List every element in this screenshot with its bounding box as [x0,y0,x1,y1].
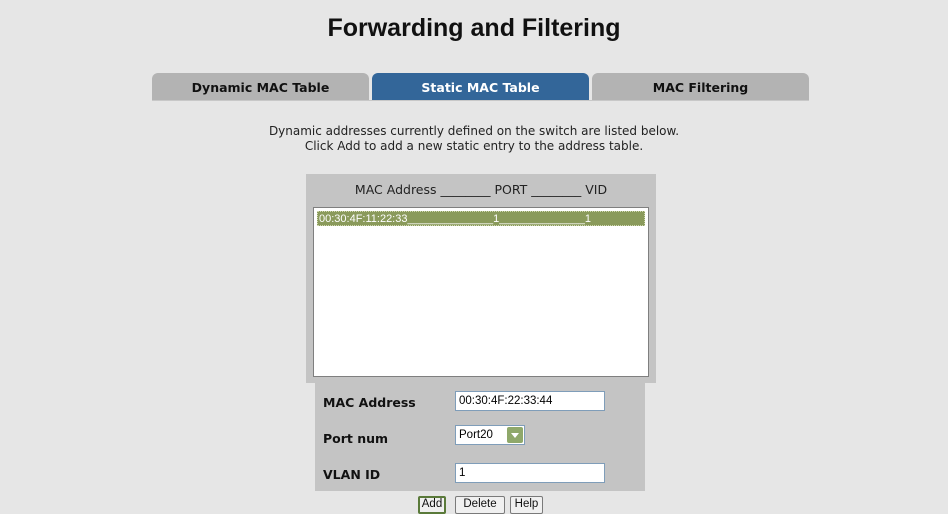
help-button[interactable]: Help [510,496,543,514]
add-button[interactable]: Add [418,496,446,514]
page-title: Forwarding and Filtering [327,14,621,42]
description-line-1: Dynamic addresses currently defined on t… [268,124,680,138]
tab-static-mac-table[interactable]: Static MAC Table [372,73,589,100]
vlan-id-label: VLAN ID [323,467,381,482]
tab-mac-filtering[interactable]: MAC Filtering [592,73,809,100]
description-line-2: Click Add to add a new static entry to t… [304,139,644,153]
port-num-label: Port num [323,431,389,446]
entry-form: MAC Address 00:30:4F:22:33:44 Port num P… [315,383,645,491]
port-num-select[interactable]: Port20 [455,425,525,445]
tab-divider [152,100,809,101]
chevron-down-icon[interactable] [507,427,523,443]
list-header: MAC Address ________ PORT ________ VID [354,182,608,197]
tab-dynamic-mac-table[interactable]: Dynamic MAC Table [152,73,369,100]
mac-address-field[interactable]: 00:30:4F:22:33:44 [455,391,605,411]
port-num-value: Port20 [459,429,493,441]
list-item[interactable]: 00:30:4F:11:22:33______________1________… [317,211,645,226]
description: Dynamic addresses currently defined on t… [0,124,948,154]
mac-list-panel: MAC Address ________ PORT ________ VID 0… [306,174,656,383]
mac-address-listbox[interactable]: 00:30:4F:11:22:33______________1________… [313,207,649,377]
delete-button[interactable]: Delete [455,496,505,514]
vlan-id-field[interactable]: 1 [455,463,605,483]
mac-address-label: MAC Address [323,395,416,410]
